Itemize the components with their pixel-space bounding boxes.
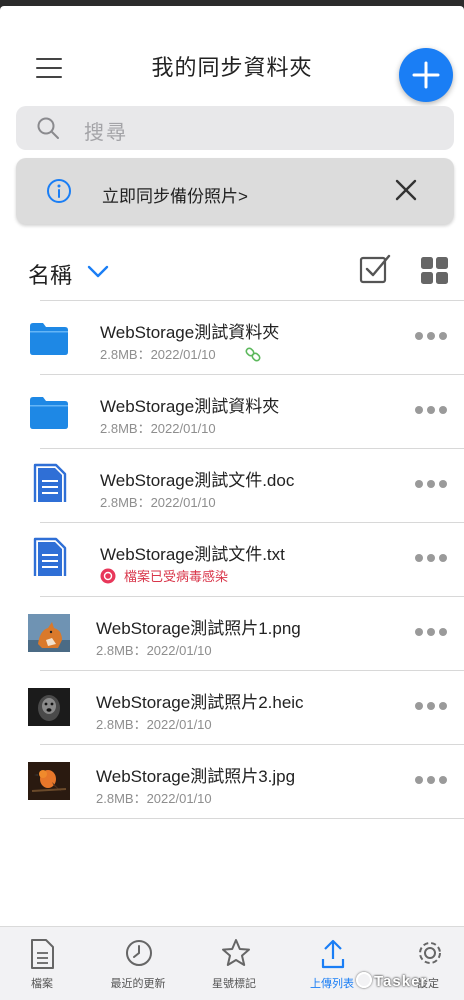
divider: [40, 374, 464, 375]
info-icon: [47, 179, 71, 203]
divider: [40, 744, 464, 745]
more-icon[interactable]: [414, 330, 448, 342]
document-icon: [33, 463, 67, 502]
photo-thumbnail-fox: [28, 614, 70, 652]
virus-warning-text: 檔案已受病毒感染: [124, 569, 229, 584]
file-name: WebStorage測試照片1.png: [96, 619, 301, 638]
divider: [40, 818, 464, 819]
sort-by-name[interactable]: 名稱: [28, 258, 72, 290]
divider: [40, 670, 464, 671]
file-row[interactable]: WebStorage測試照片1.png 2.8MB：2022/01/10: [0, 596, 464, 670]
list-end: [0, 818, 464, 822]
sync-photos-banner[interactable]: 立即同步備份照片>: [16, 158, 454, 224]
tab-files[interactable]: 檔案: [2, 927, 82, 1000]
document-icon: [31, 939, 54, 969]
app-screen: 我的同步資料夾 搜尋 立即同步備份照片> 名稱 WebStorage測試資料夾 …: [0, 6, 464, 1000]
add-button[interactable]: [399, 48, 453, 102]
file-name: WebStorage測試照片3.jpg: [96, 767, 296, 786]
search-icon: [37, 117, 59, 139]
select-checkbox-icon[interactable]: [358, 252, 392, 286]
file-meta: 2.8MB：2022/01/10: [100, 421, 216, 436]
file-name: WebStorage測試資料夾: [100, 397, 280, 416]
watermark-text: Tasker: [374, 973, 428, 990]
page-title: 我的同步資料夾: [151, 55, 313, 80]
divider: [40, 596, 464, 597]
tab-label: 檔案: [31, 978, 53, 990]
more-icon[interactable]: [414, 700, 448, 712]
virus-warning-icon: [100, 568, 116, 584]
file-row[interactable]: WebStorage測試資料夾 2.8MB：2022/01/10: [0, 300, 464, 374]
header: 我的同步資料夾: [0, 6, 464, 106]
file-row[interactable]: WebStorage測試照片3.jpg 2.8MB：2022/01/10: [0, 744, 464, 818]
file-row[interactable]: WebStorage測試文件.doc 2.8MB：2022/01/10: [0, 448, 464, 522]
plus-icon: [412, 61, 440, 89]
file-meta: 2.8MB：2022/01/10: [100, 347, 216, 362]
search-input[interactable]: 搜尋: [84, 116, 128, 145]
file-name: WebStorage測試文件.txt: [100, 545, 285, 564]
banner-text[interactable]: 立即同步備份照片>: [102, 182, 248, 207]
sort-toolbar: 名稱: [0, 246, 464, 298]
chevron-down-icon[interactable]: [86, 264, 110, 280]
document-icon: [33, 537, 67, 576]
more-icon[interactable]: [414, 774, 448, 786]
tab-recent-updates[interactable]: 最近的更新: [98, 927, 178, 1000]
file-row[interactable]: WebStorage測試資料夾 2.8MB：2022/01/10: [0, 374, 464, 448]
file-name: WebStorage測試文件.doc: [100, 471, 295, 490]
tab-label: 星號標記: [212, 978, 256, 990]
more-icon[interactable]: [414, 404, 448, 416]
tab-label: 最近的更新: [110, 978, 166, 990]
star-icon: [222, 939, 250, 966]
upload-icon: [321, 939, 345, 969]
folder-icon: [30, 323, 68, 355]
tab-starred[interactable]: 星號標記: [194, 927, 274, 1000]
file-meta: 2.8MB：2022/01/10: [96, 791, 212, 806]
file-row[interactable]: WebStorage測試照片2.heic 2.8MB：2022/01/10: [0, 670, 464, 744]
divider: [40, 300, 464, 301]
file-meta: 2.8MB：2022/01/10: [100, 495, 216, 510]
grid-view-icon[interactable]: [420, 256, 450, 286]
clock-icon: [126, 940, 152, 966]
file-name: WebStorage測試資料夾: [100, 323, 280, 342]
divider: [40, 448, 464, 449]
file-meta: 2.8MB：2022/01/10: [96, 717, 212, 732]
photo-thumbnail-dog: [28, 688, 70, 726]
file-name: WebStorage測試照片2.heic: [96, 693, 304, 712]
more-icon[interactable]: [414, 626, 448, 638]
close-icon[interactable]: [394, 178, 418, 202]
search-bar[interactable]: 搜尋: [16, 106, 454, 150]
divider: [40, 522, 464, 523]
file-list: WebStorage測試資料夾 2.8MB：2022/01/10 WebStor…: [0, 300, 464, 822]
gear-icon: [419, 942, 441, 964]
photo-thumbnail-bird: [28, 762, 70, 800]
watermark-logo: Tasker: [356, 972, 427, 990]
more-icon[interactable]: [414, 478, 448, 490]
more-icon[interactable]: [414, 552, 448, 564]
file-meta: 2.8MB：2022/01/10: [96, 643, 212, 658]
folder-icon: [30, 397, 68, 429]
file-row[interactable]: WebStorage測試文件.txt 檔案已受病毒感染: [0, 522, 464, 596]
link-icon: [245, 347, 261, 362]
